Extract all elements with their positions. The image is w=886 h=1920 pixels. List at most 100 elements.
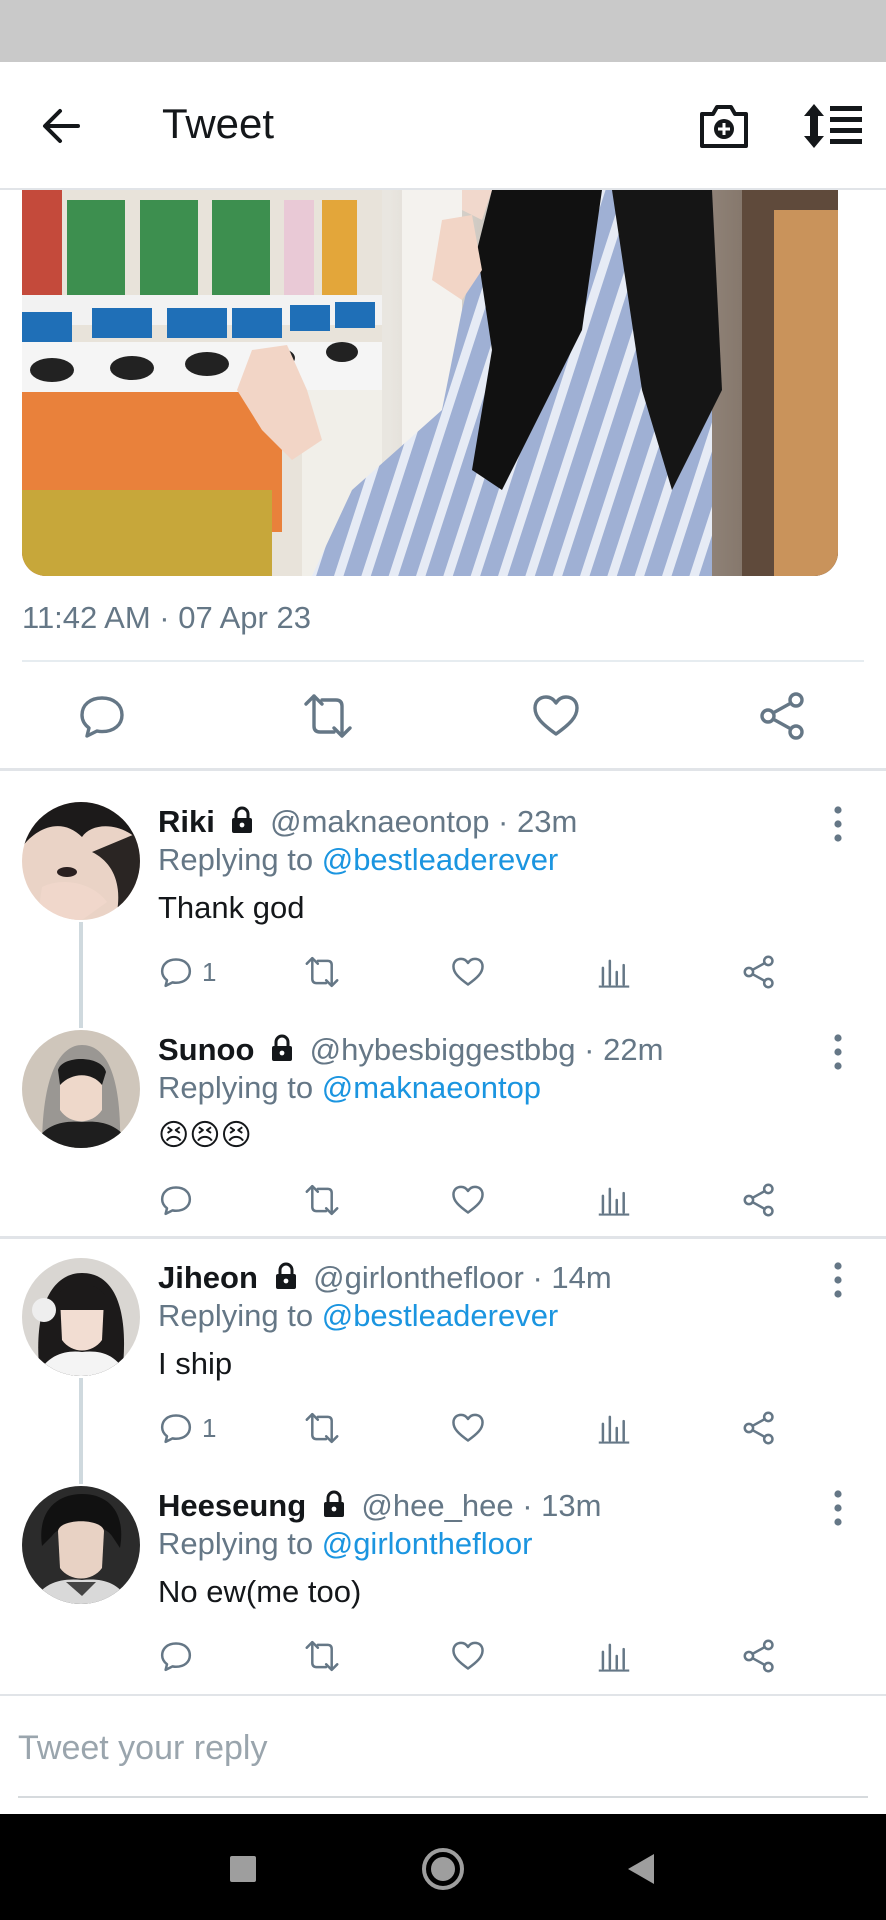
share-button[interactable] [758,690,810,742]
comment-icon [160,1186,192,1216]
triangle-back-icon [628,1854,654,1884]
mention-link[interactable]: @bestleaderever [322,1298,559,1333]
share-button[interactable] [742,1180,778,1220]
like-button[interactable] [450,952,486,992]
retweet-button[interactable] [302,690,354,742]
reply-input[interactable] [18,1718,864,1778]
photo-image [22,190,838,576]
input-underline [18,1796,868,1798]
avatar-image [22,1030,140,1148]
reply-header: Heeseung @hee_hee · 13m [158,1488,601,1524]
reply-composer [0,1694,886,1804]
bar-chart-icon [598,1643,630,1672]
retweet-icon [304,694,352,738]
status-bar [0,0,886,62]
share-icon [743,1183,774,1217]
arrow-left-icon [43,109,80,143]
lock-icon [275,1262,296,1289]
analytics-button[interactable] [596,1636,632,1676]
tweet-photo[interactable] [22,190,838,576]
reply-text: I ship [158,1346,233,1381]
mention-link[interactable]: @maknaeontop [322,1070,541,1105]
more-vertical-icon [834,1262,842,1298]
reply-button[interactable] [158,1636,202,1676]
share-button[interactable] [742,952,778,992]
reply-count: 1 [202,1412,217,1443]
sort-list-icon [804,104,862,148]
reply-header: Jiheon @girlonthefloor · 14m [158,1260,612,1296]
back-nav-button[interactable] [618,1846,664,1892]
author-name[interactable]: Jiheon [158,1260,258,1295]
tweet-actions [0,664,886,768]
avatar[interactable] [22,802,140,920]
share-icon [743,1411,774,1445]
reply-text: No ew(me too) [158,1574,362,1609]
back-button[interactable] [34,98,90,154]
mention-link[interactable]: @girlonthefloor [322,1526,533,1561]
heart-icon [452,1641,484,1670]
reply-item[interactable]: Riki @maknaeontop · 23m Replying to @bes… [0,802,886,1012]
home-button[interactable] [420,1846,466,1892]
heart-icon [452,957,484,986]
more-vertical-icon [834,1034,842,1070]
share-button[interactable] [742,1408,778,1448]
bar-chart-icon [598,1187,630,1216]
replying-to: Replying to @bestleaderever [158,1298,558,1334]
page-title: Tweet [162,100,275,147]
system-nav-bar [0,1814,886,1920]
like-button[interactable] [450,1636,486,1676]
retweet-button[interactable] [304,1180,340,1220]
retweet-button[interactable] [304,952,340,992]
retweet-button[interactable] [304,1636,340,1676]
avatar[interactable] [22,1030,140,1148]
thread-divider [0,1236,886,1239]
reply-button[interactable]: 1 [158,952,216,992]
author-name[interactable]: Riki [158,804,215,839]
avatar-image [22,802,140,920]
like-button[interactable] [530,690,582,742]
reply-text: 😣😣😣 [158,1119,252,1152]
reply-button[interactable] [158,1180,202,1220]
reply-item[interactable]: Sunoo @hybesbiggestbbg · 22m Replying to… [0,1030,886,1230]
retweet-icon [305,1640,339,1672]
reply-button[interactable]: 1 [158,1408,216,1448]
heart-icon [452,1185,484,1214]
like-button[interactable] [450,1408,486,1448]
mention-link[interactable]: @bestleaderever [322,842,559,877]
avatar[interactable] [22,1486,140,1604]
like-button[interactable] [450,1180,486,1220]
share-icon [760,692,804,740]
lock-icon [323,1490,344,1517]
more-options-button[interactable] [820,1486,856,1530]
author-handle: @hee_hee · 13m [361,1488,602,1523]
reply-item[interactable]: Heeseung @hee_hee · 13m Replying to @gir… [0,1486,886,1686]
reply-actions: 1 [0,1408,886,1458]
camera-button[interactable] [696,100,752,152]
more-options-button[interactable] [820,1258,856,1302]
camera-plus-icon [700,105,748,148]
retweet-button[interactable] [304,1408,340,1448]
analytics-button[interactable] [596,1408,632,1448]
lock-icon [232,806,253,833]
author-name[interactable]: Heeseung [158,1488,306,1523]
comment-icon [160,1414,192,1444]
author-handle: @hybesbiggestbbg · 22m [309,1032,664,1067]
analytics-button[interactable] [596,952,632,992]
retweet-icon [305,1184,339,1216]
more-options-button[interactable] [820,802,856,846]
sort-button[interactable] [800,100,864,152]
share-icon [743,955,774,989]
reply-button[interactable] [76,690,128,742]
avatar[interactable] [22,1258,140,1376]
more-options-button[interactable] [820,1030,856,1074]
reply-text: Thank god [158,890,305,925]
analytics-button[interactable] [596,1180,632,1220]
heart-icon [533,695,579,736]
reply-item[interactable]: Jiheon @girlonthefloor · 14m Replying to… [0,1258,886,1468]
author-handle: @girlonthefloor · 14m [313,1260,612,1295]
share-button[interactable] [742,1636,778,1676]
bar-chart-icon [598,1415,630,1444]
recents-button[interactable] [220,1846,266,1892]
reply-actions: 1 [0,952,886,1002]
author-name[interactable]: Sunoo [158,1032,254,1067]
